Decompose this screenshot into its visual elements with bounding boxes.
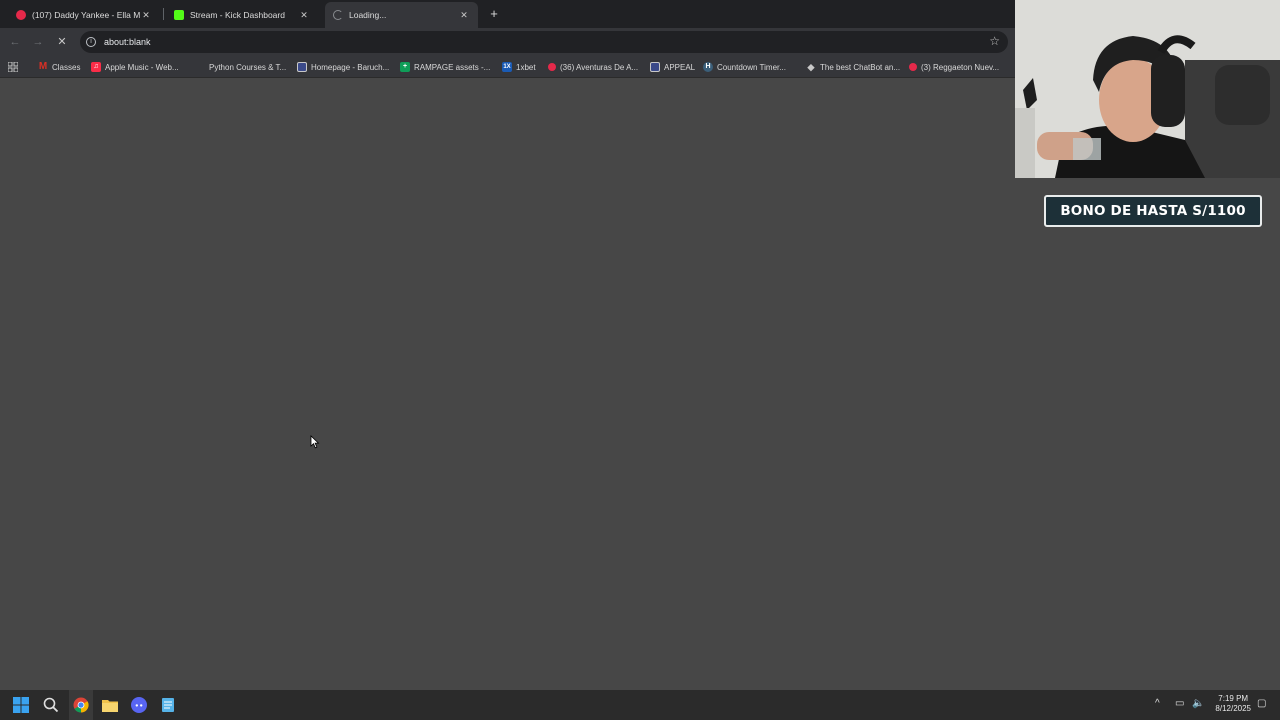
search-button[interactable] — [41, 695, 61, 715]
bookmark-label: RAMPAGE assets -... — [414, 62, 491, 72]
kick-icon — [174, 10, 184, 20]
tab-daddy-yankee[interactable]: (107) Daddy Yankee - Ella Me L ✕ — [8, 2, 160, 28]
clock-date: 8/12/2025 — [1215, 704, 1251, 713]
back-button[interactable]: ← — [8, 35, 22, 49]
bookmark-appeal[interactable]: APPEAL — [650, 60, 695, 74]
bookmark-label: The best ChatBot an... — [820, 62, 901, 72]
loading-spinner-icon — [333, 10, 343, 20]
taskbar-notepad[interactable] — [158, 695, 178, 715]
tab-divider — [163, 8, 164, 20]
apps-grid-icon — [8, 62, 18, 72]
windows-logo-icon — [13, 697, 29, 713]
tab-strip: (107) Daddy Yankee - Ella Me L ✕ Stream … — [0, 0, 1015, 28]
bookmark-apple-music[interactable]: ♫ Apple Music - Web... — [91, 60, 179, 74]
taskbar-chrome[interactable] — [71, 695, 91, 715]
discord-icon — [131, 697, 147, 713]
browser-window: (107) Daddy Yankee - Ella Me L ✕ Stream … — [0, 0, 1015, 690]
bookmark-label: Countdown Timer... — [717, 62, 786, 72]
url-input[interactable] — [104, 37, 924, 47]
forward-button[interactable]: → — [31, 35, 45, 49]
tab-kick-dashboard[interactable]: Stream - Kick Dashboard ✕ — [166, 2, 318, 28]
bookmark-python-courses[interactable]: Python Courses & T... — [195, 60, 286, 74]
stop-button[interactable]: ✕ — [55, 35, 69, 49]
tab-title: Loading... — [349, 10, 387, 20]
bookmark-label: (36) Aventuras De A... — [560, 62, 639, 72]
close-icon[interactable]: ✕ — [458, 10, 470, 21]
bookmark-star-icon[interactable]: ☆ — [989, 34, 1000, 48]
sheets-icon: + — [400, 62, 410, 72]
bookmark-label: APPEAL — [664, 62, 696, 72]
notifications-icon[interactable]: ▢ — [1257, 698, 1266, 709]
mouse-cursor-icon — [310, 435, 320, 449]
chatbot-icon: ◆ — [807, 62, 815, 72]
close-icon[interactable]: ✕ — [298, 10, 310, 21]
bookmark-classes[interactable]: M Classes — [38, 60, 81, 74]
bookmark-countdown-timer[interactable]: H Countdown Timer... — [703, 60, 786, 74]
notepad-icon — [162, 698, 174, 712]
apps-button[interactable] — [8, 60, 18, 74]
python-icon — [195, 62, 205, 72]
bookmark-label: (3) Reggaeton Nuev... — [921, 62, 1000, 72]
bookmark-label: 1xbet — [516, 62, 536, 72]
windows-start-button[interactable] — [11, 695, 31, 715]
tab-title: Stream - Kick Dashboard — [190, 10, 285, 20]
tab-loading[interactable]: Loading... ✕ — [325, 2, 478, 28]
1xbet-icon: 1X — [502, 62, 512, 72]
bookmark-aventuras[interactable]: (36) Aventuras De A... — [548, 60, 638, 74]
youtube-icon — [548, 63, 556, 71]
promo-banner: BONO DE HASTA S/1100 — [1044, 195, 1262, 227]
new-tab-button[interactable]: + — [487, 6, 501, 21]
bookmark-reggaeton[interactable]: (3) Reggaeton Nuev... — [909, 60, 999, 74]
timer-icon: H — [703, 62, 713, 72]
bookmark-1xbet[interactable]: 1X 1xbet — [502, 60, 536, 74]
search-icon — [43, 697, 59, 713]
toolbar: ← → ✕ i ☆ — [0, 28, 1015, 56]
system-clock[interactable]: 7:19 PM 8/12/2025 — [1215, 694, 1251, 714]
taskbar-file-explorer[interactable] — [100, 695, 120, 715]
chrome-icon — [73, 697, 89, 713]
clock-time: 7:19 PM — [1218, 694, 1249, 703]
youtube-icon — [909, 63, 917, 71]
folder-icon — [102, 700, 118, 712]
gmail-icon: M — [38, 61, 48, 72]
bookmark-label: Apple Music - Web... — [105, 62, 179, 72]
taskbar: ^ ▭ 🔈 7:19 PM 8/12/2025 ▢ — [0, 690, 1280, 720]
streamer-webcam-image — [1015, 0, 1280, 178]
appeal-icon — [650, 62, 660, 72]
tab-title: (107) Daddy Yankee - Ella Me L — [32, 10, 140, 20]
bookmark-label: Classes — [52, 62, 81, 72]
info-icon[interactable]: i — [86, 37, 96, 47]
close-icon[interactable]: ✕ — [140, 10, 152, 21]
apple-music-icon: ♫ — [91, 62, 101, 72]
show-hidden-icons-chevron-icon[interactable]: ^ — [1155, 698, 1160, 709]
page-content-blank[interactable] — [0, 78, 1015, 690]
bookmark-rampage[interactable]: + RAMPAGE assets -... — [400, 60, 490, 74]
youtube-icon — [16, 10, 26, 20]
network-icon[interactable]: ▭ — [1175, 698, 1184, 709]
volume-icon[interactable]: 🔈 — [1192, 698, 1204, 709]
screen: (107) Daddy Yankee - Ella Me L ✕ Stream … — [0, 0, 1280, 720]
address-bar[interactable]: i ☆ — [80, 31, 1008, 53]
baruch-icon — [297, 62, 307, 72]
bookmark-baruch[interactable]: Homepage - Baruch... — [297, 60, 389, 74]
bookmarks-bar: M Classes ♫ Apple Music - Web... Python … — [0, 56, 1015, 78]
webcam-overlay — [1015, 0, 1280, 178]
bookmark-label: Homepage - Baruch... — [311, 62, 390, 72]
taskbar-discord[interactable] — [129, 695, 149, 715]
promo-text: BONO DE HASTA S/1100 — [1060, 203, 1246, 219]
bookmark-chatbot[interactable]: ◆ The best ChatBot an... — [806, 60, 901, 74]
bookmark-label: Python Courses & T... — [209, 62, 287, 72]
